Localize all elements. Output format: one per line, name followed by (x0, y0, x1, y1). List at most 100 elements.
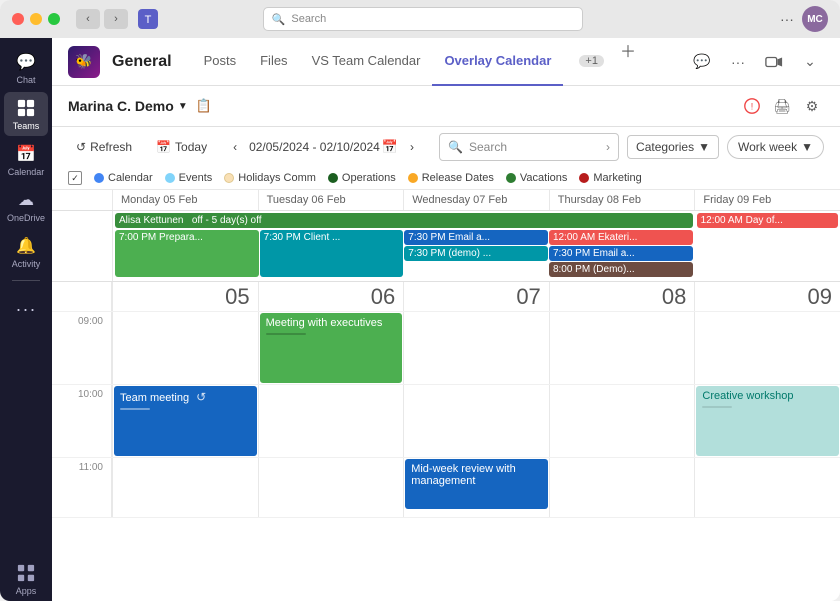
time-gutter-nums (52, 282, 112, 311)
tab-files[interactable]: Files (248, 38, 299, 86)
channel-header: 🐝 General Posts Files VS Team Calendar O… (52, 38, 840, 86)
search-icon: 🔍 (272, 13, 286, 26)
today-icon: 📅 (156, 140, 171, 154)
sidebar-label-chat: Chat (16, 75, 35, 85)
legend-release: Release Dates (408, 172, 494, 184)
legend-dot-events (165, 173, 175, 183)
sidebar-item-chat[interactable]: 💬 Chat (4, 46, 48, 90)
user-avatar[interactable]: MC (802, 6, 828, 32)
more-options-button[interactable]: ··· (780, 11, 794, 27)
teams-app-icon: T (136, 7, 160, 31)
event-email-thu[interactable]: 7:30 PM Email a... (549, 246, 693, 261)
view-chevron: ▼ (801, 140, 813, 154)
categories-button[interactable]: Categories ▼ (627, 135, 719, 159)
sidebar-item-apps[interactable]: Apps (4, 557, 48, 601)
event-demo-thu[interactable]: 8:00 PM (Demo)... (549, 262, 693, 277)
search-placeholder: Search (291, 13, 326, 25)
cell-mon-1000[interactable]: Team meeting ↺ (112, 385, 258, 457)
event-meeting-executives[interactable]: Meeting with executives (260, 313, 403, 383)
date-range-label: 02/05/2024 - 02/10/2024 (249, 140, 380, 154)
event-demo-wed[interactable]: 7:30 PM (demo) ... (404, 246, 548, 261)
all-day-label (52, 211, 112, 281)
toolbar-actions: ! 🖨 ⚙ (740, 94, 824, 118)
day-header-fri: Friday 09 Feb (694, 190, 840, 210)
cell-tue-1000 (258, 385, 404, 457)
legend-holidays: Holidays Comm (224, 172, 316, 184)
legend-dot-operations (328, 173, 338, 183)
minimize-button[interactable] (30, 13, 42, 25)
channel-name: General (112, 53, 172, 71)
allday-event-day[interactable]: 12:00 AM Day of... (697, 213, 838, 228)
edit-calendar-icon[interactable]: 📋 (196, 98, 212, 114)
all-calendar-checkbox[interactable]: ✓ (68, 171, 82, 185)
cell-tue-0900[interactable]: Meeting with executives (258, 312, 404, 384)
tab-posts[interactable]: Posts (192, 38, 249, 86)
time-label-0900: 09:00 (52, 312, 112, 384)
expand-button[interactable]: ⌄ (796, 48, 824, 76)
sidebar-item-more[interactable]: ··· (4, 287, 48, 331)
search-text: Search (469, 140, 507, 154)
day-headers: Monday 05 Feb Tuesday 06 Feb Wednesday 0… (52, 190, 840, 211)
sidebar-item-teams[interactable]: Teams (4, 92, 48, 136)
sidebar-label-teams: Teams (13, 121, 40, 131)
search-icon-small: 🔍 (448, 140, 463, 154)
video-button[interactable] (760, 48, 788, 76)
print-icon[interactable]: 🖨 (770, 94, 794, 118)
sidebar-label-apps: Apps (16, 586, 37, 596)
user-label[interactable]: Marina C. Demo ▼ 📋 (68, 98, 212, 114)
tab-vs-team-calendar[interactable]: VS Team Calendar (300, 38, 433, 86)
global-search-bar[interactable]: 🔍 Search (263, 7, 583, 31)
event-team-meeting[interactable]: Team meeting ↺ (114, 386, 257, 456)
cell-thu-1000 (549, 385, 695, 457)
calendar-small-icon: 📅 (382, 139, 398, 155)
cell-fri-0900 (694, 312, 840, 384)
daynum-thu: 08 (549, 282, 695, 311)
event-client[interactable]: 7:30 PM Client ... (260, 230, 404, 277)
cell-wed-0900 (403, 312, 549, 384)
user-dropdown-icon: ▼ (178, 101, 188, 112)
sidebar-item-activity[interactable]: 🔔 Activity (4, 230, 48, 274)
event-prepara[interactable]: 7:00 PM Prepara... (115, 230, 259, 277)
time-row-1100: 11:00 Mid-week review with management (52, 458, 840, 518)
prev-week-button[interactable]: ‹ (223, 135, 247, 159)
settings-icon[interactable]: ⚙ (800, 94, 824, 118)
sidebar-label-onedrive: OneDrive (7, 213, 45, 223)
sidebar-item-calendar[interactable]: 📅 Calendar (4, 138, 48, 182)
maximize-button[interactable] (48, 13, 60, 25)
view-selector[interactable]: Work week ▼ (727, 135, 824, 159)
back-button[interactable]: ‹ (76, 9, 100, 29)
allday-event-alisa[interactable]: Alisa Kettunen off - 5 day(s) off (115, 213, 693, 228)
event-email-wed[interactable]: 7:30 PM Email a... (404, 230, 548, 245)
cell-tue-1100 (258, 458, 404, 517)
legend-operations: Operations (328, 172, 396, 184)
more-header-button[interactable]: ··· (724, 48, 752, 76)
add-tab-button[interactable]: ＋ (616, 38, 640, 86)
event-ekateri[interactable]: 12:00 AM Ekateri... (549, 230, 693, 245)
search-submit-icon[interactable]: › (606, 140, 610, 154)
cell-fri-1000[interactable]: Creative workshop (694, 385, 840, 457)
forward-button[interactable]: › (104, 9, 128, 29)
refresh-button[interactable]: ↺ Refresh (68, 136, 140, 158)
calendar-search-field[interactable]: 🔍 Search › (439, 133, 619, 161)
day-header-tue: Tuesday 06 Feb (258, 190, 404, 210)
legend-dot-calendar (94, 173, 104, 183)
today-button[interactable]: 📅 Today (148, 136, 215, 158)
sidebar-item-onedrive[interactable]: ☁ OneDrive (4, 184, 48, 228)
channel-tabs: Posts Files VS Team Calendar Overlay Cal… (192, 38, 640, 86)
notification-icon[interactable]: ! (740, 94, 764, 118)
time-label-1100: 11:00 (52, 458, 112, 517)
tab-overlay-calendar[interactable]: Overlay Calendar (432, 38, 563, 86)
legend-events: Events (165, 172, 213, 184)
chat-icon: 💬 (15, 51, 37, 73)
sidebar-label-activity: Activity (12, 259, 41, 269)
next-week-button[interactable]: › (400, 135, 424, 159)
chat-header-button[interactable]: 💬 (688, 48, 716, 76)
close-button[interactable] (12, 13, 24, 25)
legend-row: ✓ Calendar Events Holidays Comm (52, 167, 840, 190)
day-header-wed: Wednesday 07 Feb (403, 190, 549, 210)
event-midweek-review[interactable]: Mid-week review with management (405, 459, 548, 509)
legend-vacations: Vacations (506, 172, 568, 184)
tab-plus[interactable]: +1 (563, 38, 616, 86)
cell-wed-1100[interactable]: Mid-week review with management (403, 458, 549, 517)
event-creative-workshop[interactable]: Creative workshop (696, 386, 839, 456)
